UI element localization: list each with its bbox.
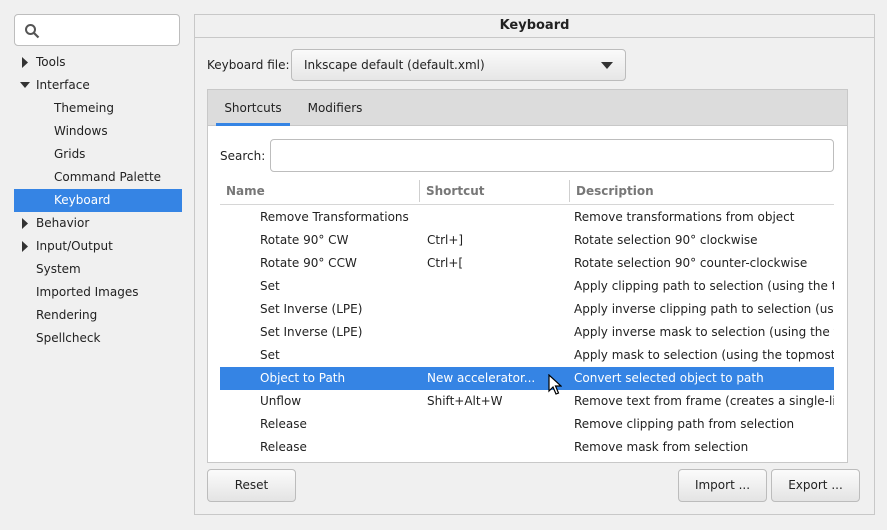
sidebar-item-interface[interactable]: Interface	[14, 74, 182, 97]
sidebar-item-command-palette[interactable]: Command Palette	[14, 166, 182, 189]
shortcut-description: Remove clipping path from selection	[574, 417, 795, 431]
sidebar-item-behavior[interactable]: Behavior	[14, 212, 182, 235]
sidebar-item-label: Windows	[54, 124, 108, 138]
shortcut-description: Rotate selection 90° clockwise	[574, 233, 758, 247]
sidebar-item-rendering[interactable]: Rendering	[14, 304, 182, 327]
shortcut-name: Set	[260, 348, 280, 362]
shortcut-keys: Shift+Alt+W	[427, 394, 503, 408]
shortcut-name: Unflow	[260, 394, 302, 408]
sidebar-item-system[interactable]: System	[14, 258, 182, 281]
shortcut-description: Rotate selection 90° counter-clockwise	[574, 256, 808, 270]
mouse-pointer-icon	[548, 374, 562, 395]
shortcut-description: Remove transformations from object	[574, 210, 795, 224]
shortcut-name: Rotate 90° CW	[260, 233, 349, 247]
shortcut-description: Remove mask from selection	[574, 440, 749, 454]
shortcut-row[interactable]: Object to Path New accelerator... Convert …	[220, 367, 834, 390]
tab-shortcuts[interactable]: Shortcuts	[216, 90, 290, 126]
sidebar-item-keyboard[interactable]: Keyboard	[14, 189, 182, 212]
shortcut-keys: Ctrl+[	[427, 256, 464, 270]
shortcut-row[interactable]: Set Inverse (LPE) Apply inverse mask to s…	[220, 321, 834, 344]
shortcut-description: Convert selected object to path	[574, 371, 764, 385]
shortcut-row[interactable]: Release Remove mask from selection	[220, 436, 834, 459]
shortcut-keys: New accelerator...	[427, 371, 536, 385]
shortcut-name: Set Inverse (LPE)	[260, 325, 363, 339]
collapsed-arrow-icon[interactable]	[19, 212, 31, 235]
sidebar-item-input-output[interactable]: Input/Output	[14, 235, 182, 258]
sidebar-item-themeing[interactable]: Themeing	[14, 97, 182, 120]
search-icon	[25, 24, 40, 39]
column-separator[interactable]	[569, 180, 570, 202]
sidebar-item-tools[interactable]: Tools	[14, 51, 182, 74]
sidebar-item-label: Tools	[36, 55, 66, 69]
sidebar-item-spellcheck[interactable]: Spellcheck	[14, 327, 182, 350]
search-label: Search:	[220, 149, 266, 163]
column-header-description[interactable]: Description	[576, 178, 654, 204]
shortcut-row[interactable]: Rotate 90° CW Ctrl+] Rotate selection 90° …	[220, 229, 834, 252]
sidebar-item-label: Rendering	[36, 308, 98, 322]
tab-bar: Shortcuts Modifiers	[208, 90, 847, 126]
preferences-search-input[interactable]	[14, 14, 180, 46]
shortcut-description: Apply inverse clipping path to selection…	[574, 302, 834, 316]
shortcut-keys: Ctrl+]	[427, 233, 464, 247]
shortcut-name: Remove Transformations	[260, 210, 409, 224]
reset-button[interactable]: Reset	[207, 469, 296, 502]
shortcut-search-input[interactable]	[270, 139, 834, 172]
dropdown-caret-icon	[601, 62, 613, 69]
shortcut-row[interactable]: Set Apply clipping path to selection (usi…	[220, 275, 834, 298]
shortcut-name: Set	[260, 279, 280, 293]
shortcut-row[interactable]: Release Remove clipping path from selecti…	[220, 413, 834, 436]
shortcut-description: Apply inverse mask to selection (using t…	[574, 325, 834, 339]
preferences-tree[interactable]: Tools Interface Themeing Windows Grids Comman…	[14, 51, 182, 350]
expanded-arrow-icon[interactable]	[19, 74, 31, 97]
shortcut-row[interactable]: Remove Transformations Remove transformat…	[220, 206, 834, 229]
sidebar-item-label: Themeing	[54, 101, 114, 115]
sidebar-item-windows[interactable]: Windows	[14, 120, 182, 143]
keyboard-file-label: Keyboard file:	[207, 58, 290, 72]
column-header-shortcut[interactable]: Shortcut	[426, 178, 484, 204]
shortcut-row[interactable]: Set Inverse (LPE) Apply inverse clipping …	[220, 298, 834, 321]
shortcut-row[interactable]: Unflow Shift+Alt+W Remove text from frame …	[220, 390, 834, 413]
export-button[interactable]: Export ...	[771, 469, 860, 502]
sidebar-item-label: Behavior	[36, 216, 90, 230]
page-title: Keyboard	[194, 14, 875, 38]
sidebar-item-label: Command Palette	[54, 170, 162, 184]
tab-modifiers[interactable]: Modifiers	[298, 90, 372, 126]
shortcut-name: Set Inverse (LPE)	[260, 302, 363, 316]
shortcuts-list[interactable]: Remove Transformations Remove transformat…	[220, 206, 834, 462]
sidebar-item-label: System	[36, 262, 81, 276]
keyboard-file-value: Inkscape default (default.xml)	[304, 58, 485, 72]
column-separator[interactable]	[419, 180, 420, 202]
sidebar-item-label: Input/Output	[36, 239, 113, 253]
keyboard-file-dropdown[interactable]: Inkscape default (default.xml)	[291, 49, 626, 81]
sidebar-item-label: Grids	[54, 147, 86, 161]
shortcut-row[interactable]: Set Apply mask to selection (using the to…	[220, 344, 834, 367]
collapsed-arrow-icon[interactable]	[19, 235, 31, 258]
shortcut-row[interactable]: Rotate 90° CCW Ctrl+[ Rotate selection 90°…	[220, 252, 834, 275]
sidebar-item-label: Keyboard	[54, 193, 111, 207]
sidebar-item-imported-images[interactable]: Imported Images	[14, 281, 182, 304]
shortcut-name: Rotate 90° CCW	[260, 256, 357, 270]
shortcut-description: Apply clipping path to selection (using …	[574, 279, 834, 293]
shortcut-name: Object to Path	[260, 371, 346, 385]
shortcut-name: Release	[260, 440, 307, 454]
sidebar-item-label: Imported Images	[36, 285, 139, 299]
shortcut-description: Apply mask to selection (using the topmo…	[574, 348, 834, 362]
column-header-name[interactable]: Name	[226, 178, 265, 204]
sidebar-item-label: Spellcheck	[36, 331, 101, 345]
shortcut-description: Remove text from frame (creates a single…	[574, 394, 834, 408]
shortcut-name: Release	[260, 417, 307, 431]
sidebar-item-label: Interface	[36, 78, 90, 92]
sidebar-item-grids[interactable]: Grids	[14, 143, 182, 166]
header-divider	[220, 204, 834, 205]
collapsed-arrow-icon[interactable]	[19, 51, 31, 74]
import-button[interactable]: Import ...	[678, 469, 767, 502]
